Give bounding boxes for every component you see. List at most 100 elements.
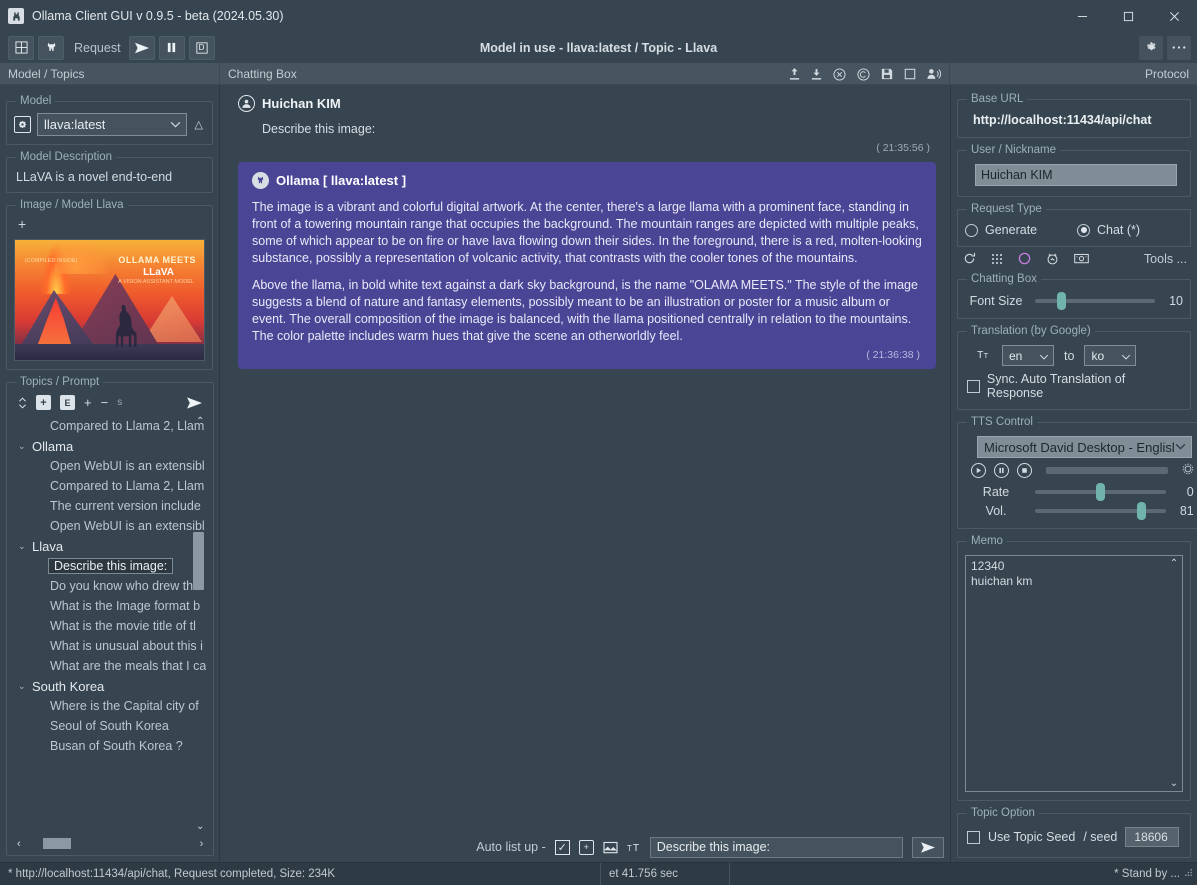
hscroll-left-icon[interactable]: ‹ xyxy=(17,838,21,850)
tree-item[interactable]: ⌄ Llava xyxy=(14,536,206,556)
hscroll-thumb[interactable] xyxy=(42,838,71,849)
tts-rate-track[interactable] xyxy=(1035,483,1166,501)
user-message-timestamp: ( 21:35:56 ) xyxy=(876,142,930,154)
close-button[interactable] xyxy=(1151,0,1197,32)
d-icon[interactable]: D xyxy=(188,35,215,60)
tts-rate-row: Rate 0 xyxy=(965,482,1194,501)
sort-icon[interactable] xyxy=(18,396,27,410)
save-icon[interactable] xyxy=(881,68,893,80)
sync-translation-checkbox[interactable] xyxy=(967,379,980,393)
timer-icon[interactable] xyxy=(1046,252,1059,265)
grid-icon[interactable] xyxy=(8,35,34,60)
hscroll-right-icon[interactable]: › xyxy=(200,838,204,850)
clear-icon[interactable] xyxy=(833,67,846,81)
tree-scroll-up-icon[interactable]: ⌃ xyxy=(196,416,204,427)
main-body: Model llava:latest △ Model Description L… xyxy=(0,85,1197,862)
translate-from-select[interactable]: en xyxy=(1002,345,1054,366)
tree-horizontal-scrollbar[interactable]: ‹ › xyxy=(14,836,206,851)
tts-vol-track[interactable] xyxy=(1035,502,1166,520)
chevron-down-icon[interactable]: ⌄ xyxy=(18,541,30,552)
tree-item[interactable]: Open WebUI is an extensibl xyxy=(14,516,206,536)
tree-item[interactable]: Where is the Capital city of xyxy=(14,696,206,716)
pause-icon[interactable] xyxy=(994,463,1009,478)
edit-box-icon[interactable]: E xyxy=(60,395,75,410)
stop-icon[interactable] xyxy=(1017,463,1032,478)
model-select[interactable]: llava:latest xyxy=(37,113,187,136)
model-icon[interactable] xyxy=(14,116,31,133)
tree-item[interactable]: ⌄ Ollama xyxy=(14,436,206,456)
maximize-button[interactable] xyxy=(1105,0,1151,32)
hscroll-track[interactable] xyxy=(25,838,196,849)
memo-scroll-up-icon[interactable]: ⌃ xyxy=(1170,558,1178,569)
play-icon[interactable] xyxy=(971,463,986,478)
tree-item[interactable]: Open WebUI is an extensibl xyxy=(14,456,206,476)
resize-grip-icon[interactable] xyxy=(1180,868,1193,880)
grid-dots-icon[interactable] xyxy=(991,253,1003,265)
tree-item[interactable]: Seoul of South Korea xyxy=(14,716,206,736)
tree-item[interactable]: Compared to Llama 2, Llam xyxy=(14,416,206,436)
chevron-down-icon[interactable]: ⌄ xyxy=(18,441,30,452)
tree-item[interactable]: Compared to Llama 2, Llam xyxy=(14,476,206,496)
picture-icon[interactable] xyxy=(603,841,618,854)
download-icon[interactable] xyxy=(811,68,822,80)
camera-icon[interactable] xyxy=(1074,253,1089,264)
minimize-button[interactable] xyxy=(1059,0,1105,32)
memo-scroll-down-icon[interactable]: ⌄ xyxy=(1170,778,1178,789)
refresh-icon[interactable] xyxy=(963,252,976,265)
tts-progress-track[interactable] xyxy=(1046,467,1168,474)
font-size-slider-knob[interactable] xyxy=(1057,292,1067,310)
tree-item[interactable]: Describe this image: xyxy=(14,556,206,576)
seed-value-input[interactable]: 18606 xyxy=(1125,827,1180,847)
radio-chat[interactable]: Chat (*) xyxy=(1077,223,1140,237)
tts-voice-select[interactable]: Microsoft David Desktop - Englisl xyxy=(977,436,1192,458)
memo-scrollbar[interactable]: ⌃ ⌄ xyxy=(1166,556,1182,791)
circle-icon[interactable] xyxy=(1018,252,1031,265)
translate-to-select[interactable]: ko xyxy=(1084,345,1137,366)
tree-vertical-scrollbar[interactable] xyxy=(193,532,205,590)
tts-gear-icon[interactable] xyxy=(1182,463,1194,478)
use-topic-seed-checkbox[interactable] xyxy=(967,830,980,844)
more-icon[interactable] xyxy=(1167,35,1191,60)
tts-rate-knob[interactable] xyxy=(1096,483,1106,501)
tts-vol-knob[interactable] xyxy=(1136,502,1146,520)
model-up-icon[interactable]: △ xyxy=(193,118,205,131)
send-icon[interactable] xyxy=(128,35,155,60)
user-speak-icon[interactable] xyxy=(927,68,941,80)
tree-item[interactable]: What are the meals that I ca xyxy=(14,656,206,676)
font-size-label: Font Size xyxy=(969,294,1023,308)
topics-tree[interactable]: Compared to Llama 2, Llam ⌄ Ollama Open Web… xyxy=(14,414,206,836)
tree-item[interactable]: ⌄ South Korea xyxy=(14,676,206,696)
plus-icon[interactable]: + xyxy=(84,395,92,410)
llama-icon[interactable] xyxy=(38,35,64,60)
font-size-slider-track[interactable] xyxy=(1035,292,1155,310)
tree-item[interactable]: Do you know who drew this xyxy=(14,576,206,596)
gear-icon[interactable] xyxy=(1139,35,1163,60)
radio-generate[interactable]: Generate xyxy=(965,223,1077,237)
window-icon[interactable] xyxy=(904,68,916,80)
prompt-send-button[interactable] xyxy=(912,836,945,858)
add-box-icon[interactable]: + xyxy=(36,395,51,410)
sync-translation-row[interactable]: Sync. Auto Translation of Response xyxy=(965,366,1183,401)
copy-icon[interactable] xyxy=(857,67,870,81)
chevron-down-icon[interactable]: ⌄ xyxy=(18,681,30,692)
add-image-icon[interactable]: + xyxy=(14,217,205,231)
upload-icon[interactable] xyxy=(789,68,800,80)
tools-label[interactable]: Tools ... xyxy=(1144,252,1187,266)
s-icon[interactable]: s xyxy=(117,397,122,408)
prompt-input[interactable] xyxy=(649,836,904,858)
minus-icon[interactable]: − xyxy=(101,395,109,410)
tree-scroll-down-icon[interactable]: ⌄ xyxy=(196,821,204,832)
add-image-icon[interactable]: + xyxy=(578,839,594,855)
pause-icon[interactable] xyxy=(158,35,185,60)
tree-item[interactable]: What is the movie title of tl xyxy=(14,616,206,636)
tree-item[interactable]: The current version include xyxy=(14,496,206,516)
tree-item[interactable]: Busan of South Korea ? xyxy=(14,736,206,756)
user-nickname-input[interactable]: Huichan KIM xyxy=(975,164,1177,186)
tree-item[interactable]: What is the Image format b xyxy=(14,596,206,616)
memo-textarea[interactable]: 12340 huichan km ⌃ ⌄ xyxy=(965,555,1183,792)
auto-list-up-checkbox[interactable]: ✓ xyxy=(554,839,570,855)
topics-send-icon[interactable] xyxy=(187,396,203,409)
model-thumbnail[interactable]: OLLAMA MEETS LLaVA A VISION ASSISTANT MO… xyxy=(14,239,205,361)
tree-item[interactable]: What is unusual about this i xyxy=(14,636,206,656)
font-size-icon[interactable]: TT xyxy=(627,841,641,853)
